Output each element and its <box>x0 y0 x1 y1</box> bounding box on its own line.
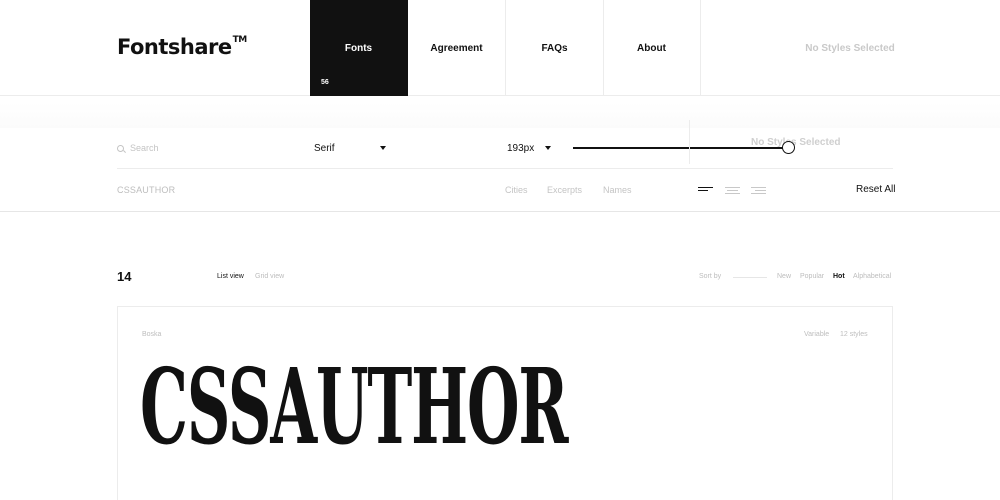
preset-excerpts[interactable]: Excerpts <box>547 185 582 195</box>
sort-new[interactable]: New <box>777 273 791 280</box>
selected-styles-status[interactable]: No Styles Selected <box>700 0 1000 96</box>
controls-shadow <box>0 102 1000 128</box>
variable-label: Variable <box>804 331 830 338</box>
controls-divider <box>689 120 690 164</box>
font-size-select[interactable]: 193px <box>507 141 551 155</box>
styles-count: 12 styles <box>840 331 868 338</box>
font-count: 14 <box>117 269 132 284</box>
logo-text: Fontshare <box>117 35 232 59</box>
chevron-down-icon <box>380 146 386 150</box>
list-view-toggle[interactable]: List view <box>217 273 244 280</box>
nav-tab-about-label: About <box>637 42 666 54</box>
nav-tab-agreement[interactable]: Agreement <box>408 0 506 96</box>
font-size-value: 193px <box>507 142 535 154</box>
reset-all-button[interactable]: Reset All <box>856 184 895 195</box>
font-name[interactable]: Boska <box>142 331 161 338</box>
site-header: FontshareTM Fonts 56 Agreement FAQs Abou… <box>0 0 1000 96</box>
nav-tab-fonts[interactable]: Fonts 56 <box>310 0 408 96</box>
sort-alphabetical[interactable]: Alphabetical <box>853 273 891 280</box>
chevron-down-icon <box>545 146 551 150</box>
search-icon <box>117 144 124 152</box>
category-select-value: Serif <box>314 142 335 154</box>
nav-tab-faqs[interactable]: FAQs <box>506 0 604 96</box>
nav-tab-agreement-label: Agreement <box>430 42 483 54</box>
preset-names[interactable]: Names <box>603 185 632 195</box>
sort-hot[interactable]: Hot <box>833 273 845 280</box>
font-size-slider-thumb[interactable] <box>782 141 795 154</box>
align-center-icon[interactable] <box>725 186 741 195</box>
nav-tab-about[interactable]: About <box>603 0 701 96</box>
search-input[interactable] <box>130 143 280 153</box>
align-right-icon[interactable] <box>751 186 767 195</box>
grid-view-toggle[interactable]: Grid view <box>255 273 284 280</box>
sort-popular[interactable]: Popular <box>800 273 824 280</box>
font-sample-text: CSSAUTHOR <box>140 345 568 468</box>
sort-label: Sort by <box>699 273 722 280</box>
nav-tab-faqs-label: FAQs <box>541 42 568 54</box>
preview-text-input[interactable]: CSSAUTHOR <box>117 185 175 195</box>
preset-cities[interactable]: Cities <box>505 185 528 195</box>
controls-separator <box>117 168 893 169</box>
category-select[interactable]: Serif <box>314 141 386 155</box>
align-left-icon[interactable] <box>698 186 714 194</box>
styles-status-ghost: No Styles Selected <box>751 137 841 148</box>
sort-divider <box>733 277 767 278</box>
nav-tab-fonts-label: Fonts <box>344 42 373 54</box>
logo-trademark: TM <box>232 35 248 45</box>
font-card[interactable]: Boska Variable 12 styles CSSAUTHOR <box>117 306 893 500</box>
search-box[interactable] <box>117 141 280 155</box>
fonts-count-badge: 56 <box>321 79 329 86</box>
fontshare-logo[interactable]: FontshareTM <box>117 35 247 59</box>
